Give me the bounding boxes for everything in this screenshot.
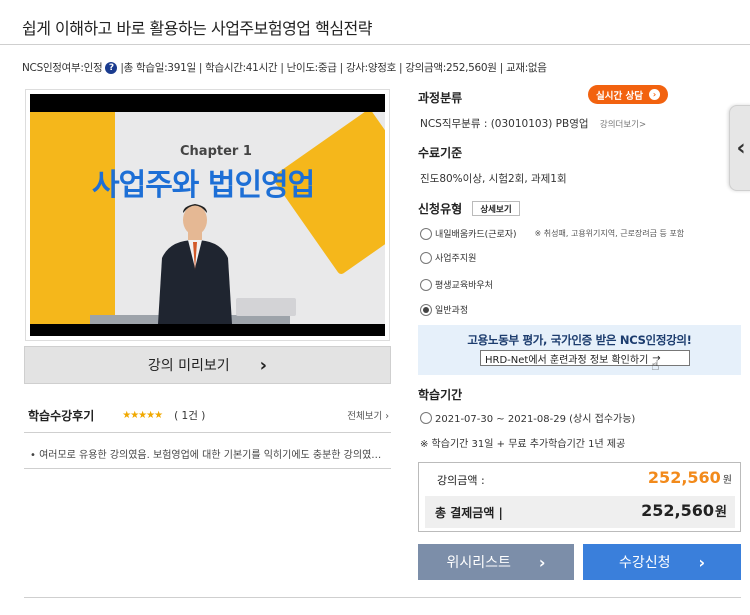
hand-cursor-icon: ☝ xyxy=(651,358,660,374)
completion-text: 진도80%이상, 시험2회, 과제1회 xyxy=(420,173,567,185)
video-chapter: Chapter 1 xyxy=(180,144,252,159)
wishlist-button[interactable]: 위시리스트 › xyxy=(418,544,574,580)
chevron-right-icon: › xyxy=(538,552,546,572)
star-rating-icon: ★★★★★ xyxy=(122,409,163,421)
course-meta: NCS인정여부:인정 ? |총 학습일:391일 | 학습시간:41시간 | 난… xyxy=(22,60,547,75)
option-label: 평생교육바우처 xyxy=(435,281,493,291)
price-number: 252,560 xyxy=(647,468,721,487)
apply-label: 수강신청 xyxy=(618,555,671,571)
review-header: 학습수강후기 ★★★★★ ( 1건 ) 전체보기 › xyxy=(24,398,391,433)
category-info: NCS직무분류 : (03010103) PB영업 강의더보기> xyxy=(420,116,646,131)
chevron-right-icon: › xyxy=(698,552,706,572)
live-consult-label: 실시간 상담 xyxy=(595,90,643,102)
video-frame[interactable]: Chapter 1 사업주와 법인영업 xyxy=(30,94,385,336)
lecture-price-value: 252,560 원 xyxy=(648,468,732,487)
apply-option-employer[interactable]: 사업주지원 xyxy=(420,251,476,264)
period-title: 학습기간 xyxy=(418,388,463,402)
total-price-row: 총 결제금액 | 252,560원 xyxy=(425,496,735,528)
see-all-reviews-link[interactable]: 전체보기 › xyxy=(347,408,389,422)
category-title: 과정분류 xyxy=(418,91,463,105)
radio-button[interactable] xyxy=(420,411,432,424)
radio-button-selected[interactable] xyxy=(420,303,432,316)
presenter-image xyxy=(158,204,232,324)
divider xyxy=(24,597,741,598)
apply-button[interactable]: 수강신청 › xyxy=(583,544,741,580)
laptop xyxy=(236,298,296,316)
banner-headline: 고용노동부 평가, 국가인증 받은 NCS인정강의! xyxy=(467,333,692,347)
more-lectures-link[interactable]: 강의더보기> xyxy=(600,120,646,130)
lecture-preview-button[interactable]: 강의 미리보기 › xyxy=(24,346,391,384)
period-note: ※ 학습기간 31일 + 무료 추가학습기간 1년 제공 xyxy=(420,439,626,450)
option-note: ※ 취성패, 고용위기지역, 근로장려금 등 포함 xyxy=(534,229,685,238)
period-label: 2021-07-30 ~ 2021-08-29 (상시 접수가능) xyxy=(435,414,636,425)
option-label: 일반과정 xyxy=(435,306,469,316)
price-box: 강의금액 : 252,560 원 총 결제금액 | 252,560원 xyxy=(418,462,741,532)
review-count: ( 1건 ) xyxy=(174,409,206,422)
option-label: 내일배움카드(근로자) xyxy=(435,230,517,240)
apply-option-voucher[interactable]: 평생교육바우처 xyxy=(420,278,493,291)
yellow-decoration xyxy=(30,112,115,324)
period-option[interactable]: 2021-07-30 ~ 2021-08-29 (상시 접수가능) xyxy=(420,410,635,425)
course-title: 쉽게 이해하고 바로 활용하는 사업주보험영업 핵심전략 xyxy=(22,19,373,38)
apply-type-title: 신청유형 xyxy=(418,202,463,216)
video-content: Chapter 1 사업주와 법인영업 xyxy=(30,112,385,324)
video-player[interactable]: Chapter 1 사업주와 법인영업 xyxy=(25,89,390,341)
detail-view-button[interactable]: 상세보기 xyxy=(472,201,520,216)
lecture-price-row: 강의금액 : 252,560 원 xyxy=(419,463,740,495)
divider xyxy=(24,468,391,469)
divider xyxy=(0,44,750,45)
price-number: 252,560 xyxy=(641,501,715,520)
live-consult-button[interactable]: 실시간 상담 › xyxy=(588,85,668,104)
completion-title: 수료기준 xyxy=(418,146,463,160)
chevron-left-icon: ‹ xyxy=(736,135,746,161)
review-item[interactable]: • 여러모로 유용한 강의였음. 보험영업에 대한 기본기를 익히기에도 충분한… xyxy=(30,446,385,461)
chevron-right-icon: › xyxy=(649,89,660,100)
radio-button[interactable] xyxy=(420,227,432,240)
ncs-banner: 고용노동부 평가, 국가인증 받은 NCS인정강의! HRD-Net에서 훈련과… xyxy=(418,325,741,375)
currency-unit: 원 xyxy=(715,505,727,520)
review-title: 학습수강후기 xyxy=(28,408,95,423)
preview-label: 강의 미리보기 xyxy=(147,358,230,374)
category-text: NCS직무분류 : (03010103) PB영업 xyxy=(420,118,589,130)
apply-option-card[interactable]: 내일배움카드(근로자) ※ 취성패, 고용위기지역, 근로장려금 등 포함 xyxy=(420,227,684,240)
currency-unit: 원 xyxy=(722,475,732,486)
lecture-price-label: 강의금액 : xyxy=(437,474,485,487)
meta-details: |총 학습일:391일 | 학습시간:41시간 | 난이도:중급 | 강사:양정… xyxy=(120,62,547,74)
option-label: 사업주지원 xyxy=(435,254,477,264)
radio-button[interactable] xyxy=(420,278,432,291)
chevron-right-icon: › xyxy=(259,354,268,376)
apply-option-general[interactable]: 일반과정 xyxy=(420,303,468,316)
hrd-net-label: HRD-Net에서 훈련과정 정보 확인하기 xyxy=(485,354,649,366)
ncs-status: NCS인정여부:인정 xyxy=(22,62,103,74)
radio-button[interactable] xyxy=(420,251,432,264)
total-price-value: 252,560원 xyxy=(641,501,727,520)
total-price-label: 총 결제금액 | xyxy=(435,506,503,520)
help-icon[interactable]: ? xyxy=(105,61,118,74)
side-panel-toggle[interactable]: ‹ xyxy=(729,105,750,191)
wishlist-label: 위시리스트 xyxy=(446,555,511,571)
